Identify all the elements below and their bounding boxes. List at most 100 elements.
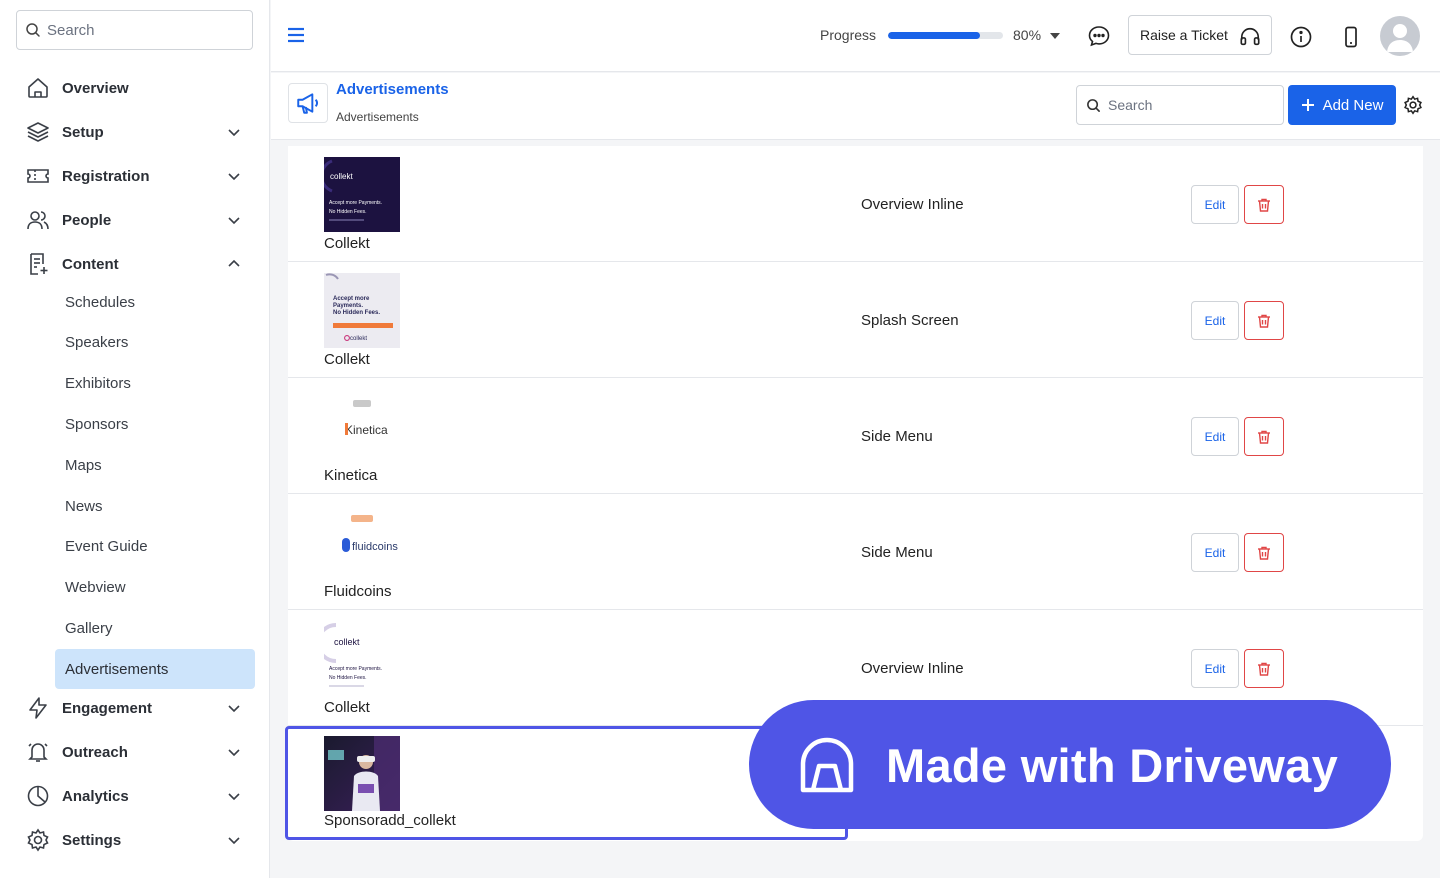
ad-thumbnail[interactable]: Kinetica <box>324 389 400 464</box>
sidebar-item-label: Content <box>62 255 119 273</box>
edit-button[interactable]: Edit <box>1191 533 1239 572</box>
ad-thumbnail[interactable]: fluidcoins <box>324 505 400 580</box>
sidebar-item-engagement[interactable]: Engagement <box>24 688 254 728</box>
settings-gear-icon[interactable] <box>1403 95 1423 115</box>
ad-name: Sponsoradd_collekt <box>324 812 456 829</box>
edit-button[interactable]: Edit <box>1191 301 1239 340</box>
sidebar-item-settings[interactable]: Settings <box>24 820 254 860</box>
layers-icon <box>24 118 52 146</box>
sidebar-item-setup[interactable]: Setup <box>24 112 254 152</box>
chevron-down-icon <box>228 793 240 801</box>
sidebar-subitem-news[interactable]: News <box>55 486 255 526</box>
caret-down-icon[interactable] <box>1049 32 1061 40</box>
ad-name: Fluidcoins <box>324 583 392 600</box>
edit-button[interactable]: Edit <box>1191 649 1239 688</box>
lightning-icon <box>24 694 52 722</box>
sidebar-subitem-event-guide[interactable]: Event Guide <box>55 526 255 566</box>
breadcrumb: Advertisements <box>336 110 419 124</box>
sidebar-search[interactable] <box>16 10 253 50</box>
sidebar-subitem-advertisements[interactable]: Advertisements <box>55 649 255 689</box>
edit-button[interactable]: Edit <box>1191 185 1239 224</box>
sidebar-subitem-maps[interactable]: Maps <box>55 445 255 485</box>
sidebar-item-registration[interactable]: Registration <box>24 156 254 196</box>
ad-position: Overview Inline <box>861 196 964 213</box>
sidebar-item-label: Settings <box>62 831 122 849</box>
thumb-line3: No Hidden Fees. <box>333 310 380 316</box>
mobile-phone-icon[interactable] <box>1339 25 1363 49</box>
sidebar-subitem-gallery[interactable]: Gallery <box>55 608 255 648</box>
sidebar-search-input[interactable] <box>47 21 247 39</box>
sidebar-subitem-webview[interactable]: Webview <box>55 567 255 607</box>
top-bar: Progress 80% Raise a Ticket <box>271 0 1440 72</box>
table-row[interactable]: fluidcoins Fluidcoins Side Menu Edit <box>288 494 1423 610</box>
document-edit-icon <box>24 250 52 278</box>
thumb-line1: Accept more <box>333 296 370 302</box>
chevron-down-icon <box>228 705 240 713</box>
search-icon <box>1087 98 1100 112</box>
chevron-down-icon <box>228 749 240 757</box>
raise-ticket-button[interactable]: Raise a Ticket <box>1128 15 1272 55</box>
page-title: Advertisements <box>336 81 449 98</box>
trash-icon <box>1258 430 1270 444</box>
ad-position: Side Menu <box>861 428 933 445</box>
avatar[interactable] <box>1380 16 1420 56</box>
table-row[interactable]: collekt Accept more Payments. No Hidden … <box>288 146 1423 262</box>
users-icon <box>24 206 52 234</box>
delete-button[interactable] <box>1244 533 1284 572</box>
bell-icon <box>24 738 52 766</box>
edit-button[interactable]: Edit <box>1191 417 1239 456</box>
ad-thumbnail-photo[interactable] <box>324 736 400 811</box>
page-search[interactable] <box>1076 85 1284 125</box>
trash-icon <box>1258 314 1270 328</box>
sidebar-item-label: Overview <box>62 79 129 97</box>
home-icon <box>24 74 52 102</box>
ad-thumbnail[interactable]: collekt Accept more Payments. No Hidden … <box>324 621 400 696</box>
add-new-button[interactable]: Add New <box>1288 85 1396 125</box>
sidebar-item-label: Outreach <box>62 743 128 761</box>
ad-thumbnail[interactable]: collekt Accept more Payments. No Hidden … <box>324 157 400 232</box>
ad-name: Collekt <box>324 699 370 716</box>
delete-button[interactable] <box>1244 301 1284 340</box>
trash-icon <box>1258 198 1270 212</box>
driveway-logo-icon <box>800 737 854 793</box>
hamburger-menu-icon[interactable] <box>287 26 305 44</box>
sidebar-subitem-schedules[interactable]: Schedules <box>55 282 255 322</box>
delete-button[interactable] <box>1244 649 1284 688</box>
thumb-line2: No Hidden Fees. <box>329 209 367 215</box>
user-avatar-icon <box>1387 24 1413 52</box>
table-row[interactable]: Accept more Payments. No Hidden Fees. co… <box>288 262 1423 378</box>
made-with-driveway-badge[interactable]: Made with Driveway <box>749 700 1391 829</box>
info-icon[interactable] <box>1289 25 1313 49</box>
plus-icon <box>1301 99 1314 111</box>
thumb-line1: Accept more Payments. <box>329 666 382 672</box>
sidebar: Overview Setup Registration People Conte… <box>0 0 270 878</box>
gear-icon <box>24 826 52 854</box>
delete-button[interactable] <box>1244 185 1284 224</box>
thumb-brand: collekt <box>330 172 353 181</box>
sidebar-subitem-speakers[interactable]: Speakers <box>55 322 255 362</box>
sidebar-item-overview[interactable]: Overview <box>24 68 254 108</box>
sidebar-item-content[interactable]: Content <box>24 244 254 284</box>
thumb-line2: Payments. <box>333 303 363 309</box>
page-search-input[interactable] <box>1108 97 1278 113</box>
table-row[interactable]: Kinetica Kinetica Side Menu Edit <box>288 378 1423 494</box>
sidebar-subitem-sponsors[interactable]: Sponsors <box>55 404 255 444</box>
sidebar-subitem-exhibitors[interactable]: Exhibitors <box>55 363 255 403</box>
ad-position: Overview Inline <box>861 660 964 677</box>
chevron-down-icon <box>228 129 240 137</box>
ad-name: Collekt <box>324 351 370 368</box>
ad-thumbnail[interactable]: Accept more Payments. No Hidden Fees. co… <box>324 273 400 348</box>
chat-icon[interactable] <box>1087 24 1111 48</box>
add-new-label: Add New <box>1322 96 1384 114</box>
thumb-line2: No Hidden Fees. <box>329 675 367 681</box>
delete-button[interactable] <box>1244 417 1284 456</box>
chevron-down-icon <box>228 837 240 845</box>
chevron-down-icon <box>228 173 240 181</box>
sidebar-item-people[interactable]: People <box>24 200 254 240</box>
sidebar-item-label: Analytics <box>62 787 129 805</box>
sidebar-item-outreach[interactable]: Outreach <box>24 732 254 772</box>
ticket-icon <box>24 162 52 190</box>
sidebar-item-analytics[interactable]: Analytics <box>24 776 254 816</box>
progress-bar <box>888 32 1003 39</box>
headset-icon <box>1240 28 1260 46</box>
